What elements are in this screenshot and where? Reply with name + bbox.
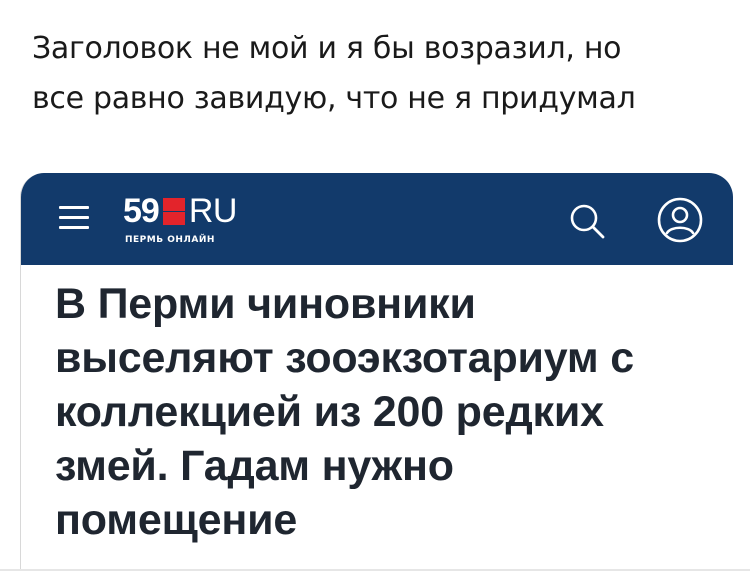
site-header: 59 RU ПЕРМЬ ОНЛАЙН bbox=[21, 173, 733, 265]
embedded-screenshot: 59 RU ПЕРМЬ ОНЛАЙН В Перми чиновники выс… bbox=[20, 173, 733, 571]
headline-line: выселяют зооэкзотариум с bbox=[55, 334, 634, 382]
logo-suffix: RU bbox=[188, 192, 238, 230]
headline-line: коллекцией из 200 редких bbox=[55, 388, 604, 436]
menu-icon[interactable] bbox=[59, 206, 89, 230]
headline-line: В Перми чиновники bbox=[55, 280, 476, 328]
post-text-line-1: Заголовок не мой и я бы возразил, но bbox=[32, 31, 622, 66]
search-icon[interactable] bbox=[567, 201, 607, 241]
site-logo[interactable]: 59 RU ПЕРМЬ ОНЛАЙН bbox=[123, 192, 237, 252]
headline-line: помещение bbox=[55, 496, 298, 544]
post-text-line-2: все равно завидую, что не я придумал bbox=[32, 81, 636, 116]
post-text: Заголовок не мой и я бы возразил, но все… bbox=[32, 24, 732, 124]
post: Заголовок не мой и я бы возразил, но все… bbox=[0, 0, 750, 571]
article-headline[interactable]: В Перми чиновники выселяют зооэкзотариум… bbox=[55, 277, 715, 547]
logo-tagline: ПЕРМЬ ОНЛАЙН bbox=[125, 235, 215, 245]
logo-square-icon bbox=[162, 197, 185, 225]
headline-line: змей. Гадам нужно bbox=[55, 442, 454, 490]
profile-icon[interactable] bbox=[655, 195, 705, 245]
logo-number: 59 bbox=[123, 192, 160, 230]
